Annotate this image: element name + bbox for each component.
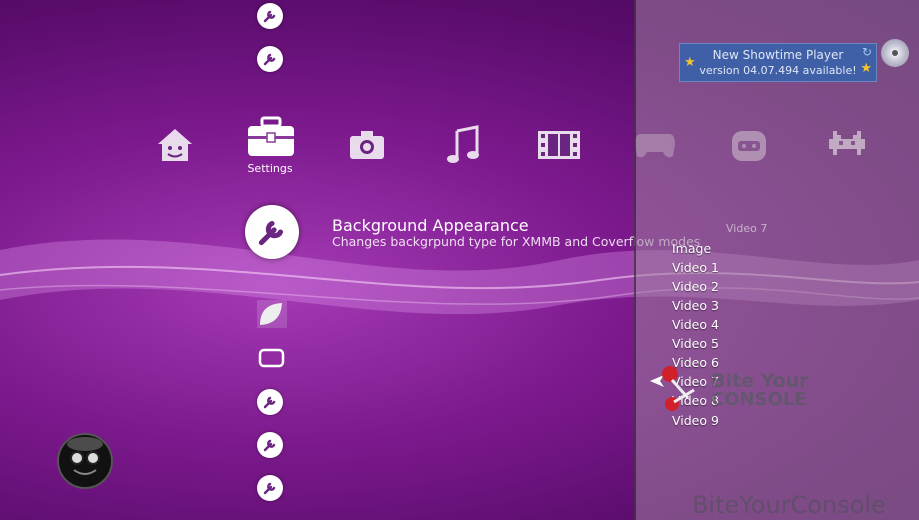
category-settings[interactable] <box>246 112 296 162</box>
category-users[interactable] <box>152 122 198 168</box>
camera-icon <box>350 131 384 159</box>
current-value-label: Video 7 <box>726 222 768 235</box>
settings-item-icon[interactable] <box>257 3 287 33</box>
option-item[interactable]: Video 1 <box>672 260 719 275</box>
selected-category-label: Settings <box>247 162 293 175</box>
wrench-icon <box>258 220 284 246</box>
wrench-icon <box>257 432 283 458</box>
watermark-logo-line1: Bite Your <box>711 370 809 392</box>
notification-title: New Showtime Player <box>712 48 844 62</box>
settings-toolbox-icon <box>248 116 294 156</box>
option-item[interactable]: Image <box>672 241 711 256</box>
wrench-icon <box>257 389 283 415</box>
update-notification[interactable]: ★ ★ ↻ New Showtime Player version 04.07.… <box>679 43 877 82</box>
notification-subtitle: version 04.07.494 available! <box>699 64 857 77</box>
option-item[interactable]: Video 4 <box>672 317 719 332</box>
music-note-icon <box>447 125 479 163</box>
settings-item-icon[interactable] <box>257 300 287 330</box>
settings-item-icon[interactable] <box>257 346 287 376</box>
film-strip-icon <box>538 131 580 159</box>
leaf-icon <box>257 300 287 328</box>
settings-item-icon[interactable] <box>257 389 287 419</box>
option-item[interactable]: Video 5 <box>672 336 719 351</box>
selected-item-title: Background Appearance <box>332 216 529 235</box>
rounded-rectangle-icon <box>258 348 285 368</box>
category-music[interactable] <box>440 122 486 168</box>
avatar[interactable] <box>54 428 116 490</box>
users-icon <box>158 129 192 161</box>
settings-item-icon[interactable] <box>257 432 287 462</box>
wrench-icon <box>257 46 283 72</box>
smiley-avatar-icon <box>57 433 113 489</box>
settings-item-icon[interactable] <box>257 46 287 76</box>
option-item[interactable]: Video 3 <box>672 298 719 313</box>
watermark-logo-line2: CONSOLE <box>711 389 807 410</box>
selected-item-icon[interactable] <box>245 205 299 259</box>
option-item[interactable]: Video 2 <box>672 279 719 294</box>
category-video[interactable] <box>536 122 582 168</box>
disc-icon[interactable] <box>881 39 909 67</box>
option-item[interactable]: Video 9 <box>672 413 719 428</box>
category-photo[interactable] <box>344 122 390 168</box>
watermark-bottom-text: BiteYourConsole <box>692 491 886 519</box>
wrench-icon <box>257 3 283 29</box>
settings-item-icon[interactable] <box>257 475 287 505</box>
wrench-icon <box>257 475 283 501</box>
joystick-logo-icon <box>662 366 695 411</box>
